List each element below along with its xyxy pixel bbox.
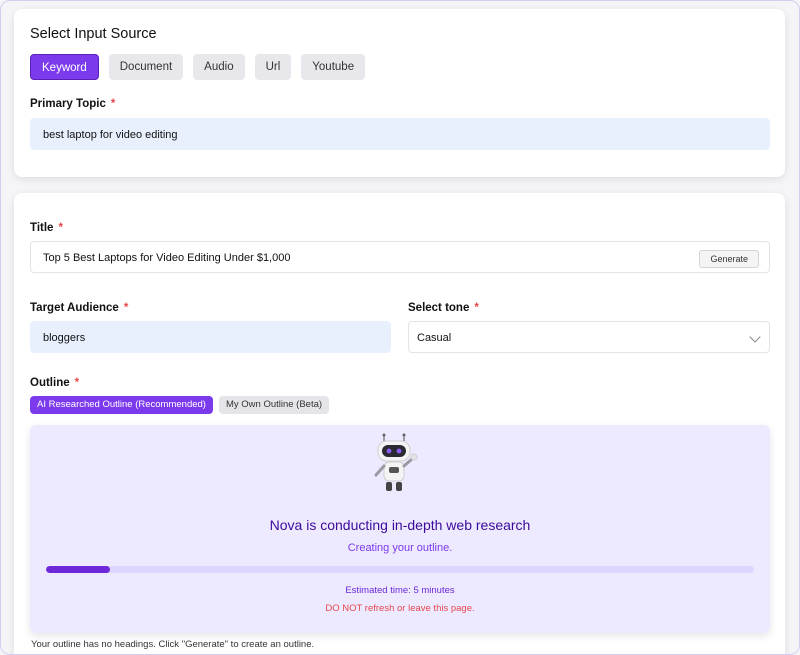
- outline-label: Outline *: [30, 377, 79, 389]
- required-marker: *: [58, 222, 63, 234]
- robot-mascot-icon: [374, 433, 418, 491]
- tab-my-own-outline[interactable]: My Own Outline (Beta): [218, 396, 330, 414]
- target-audience-label-text: Target Audience: [30, 302, 119, 314]
- research-status-subtitle: Creating your outline.: [347, 542, 453, 554]
- target-audience-input[interactable]: bloggers: [30, 321, 391, 353]
- tone-select[interactable]: Casual: [408, 321, 770, 353]
- primary-topic-input[interactable]: best laptop for video editing: [30, 118, 770, 150]
- select-tone-label: Select tone *: [408, 302, 479, 314]
- article-details-card: Title * Top 5 Best Laptops for Video Edit…: [14, 193, 785, 654]
- target-audience-label: Target Audience *: [30, 302, 128, 314]
- research-progress-panel: Nova is conducting in-depth web research…: [30, 425, 770, 633]
- do-not-refresh-warning: DO NOT refresh or leave this page.: [325, 603, 475, 614]
- source-tab-youtube[interactable]: Youtube: [301, 54, 366, 80]
- source-tab-keyword[interactable]: Keyword: [30, 54, 99, 80]
- input-source-card: Select Input Source Keyword Document Aud…: [14, 9, 785, 177]
- title-value: Top 5 Best Laptops for Video Editing Und…: [43, 252, 291, 264]
- required-marker: *: [110, 98, 116, 110]
- input-source-heading: Select Input Source: [30, 26, 157, 42]
- research-progress-fill: [46, 566, 110, 573]
- input-source-tabs: Keyword Document Audio Url Youtube: [30, 54, 366, 80]
- generate-title-button[interactable]: Generate: [699, 250, 759, 268]
- select-tone-label-text: Select tone: [408, 302, 470, 314]
- required-marker: *: [74, 377, 80, 389]
- outline-tabs: AI Researched Outline (Recommended) My O…: [30, 396, 330, 414]
- required-marker: *: [123, 302, 129, 314]
- title-field[interactable]: Top 5 Best Laptops for Video Editing Und…: [30, 241, 770, 273]
- title-label-text: Title: [30, 222, 54, 234]
- primary-topic-label: Primary Topic *: [30, 98, 115, 110]
- tone-value: Casual: [417, 332, 452, 344]
- primary-topic-label-text: Primary Topic: [30, 98, 106, 110]
- title-label: Title *: [30, 222, 63, 234]
- required-marker: *: [474, 302, 479, 314]
- estimated-time: Estimated time: 5 minutes: [345, 585, 455, 596]
- research-status-title: Nova is conducting in-depth web research: [269, 517, 531, 533]
- research-progress-bar: [46, 566, 754, 573]
- source-tab-url[interactable]: Url: [254, 54, 292, 80]
- outline-empty-note: Your outline has no headings. Click "Gen…: [31, 639, 315, 650]
- app-frame: Select Input Source Keyword Document Aud…: [0, 0, 800, 655]
- outline-label-text: Outline: [30, 377, 70, 389]
- source-tab-document[interactable]: Document: [108, 54, 184, 80]
- chevron-down-icon: [749, 331, 761, 343]
- tab-ai-researched-outline[interactable]: AI Researched Outline (Recommended): [30, 396, 213, 414]
- source-tab-audio[interactable]: Audio: [193, 54, 245, 80]
